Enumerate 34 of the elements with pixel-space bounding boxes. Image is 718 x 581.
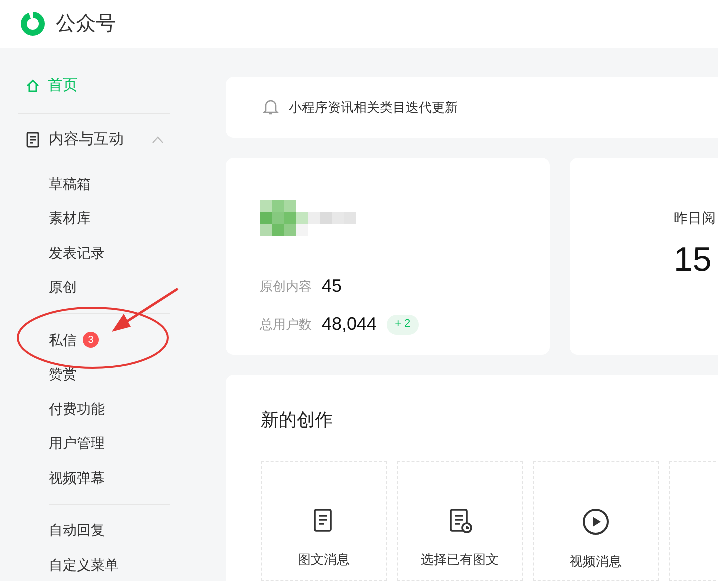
stat-value: 45 (322, 275, 342, 298)
bell-icon (263, 98, 279, 116)
sidebar-item[interactable]: 私信 (49, 330, 77, 351)
home-icon (26, 79, 40, 93)
delta-badge: + 2 (387, 314, 419, 335)
stat-label: 总用户数 (260, 316, 313, 334)
creation-tile[interactable]: 选择已有图文 (397, 461, 523, 581)
sidebar-item[interactable]: 用户管理 (49, 433, 105, 454)
sidebar-group-header[interactable]: 内容与互动 (18, 123, 170, 157)
play-icon (582, 508, 610, 536)
creation-tile[interactable]: 视频消息 (533, 461, 659, 581)
section-title: 新的创作 (261, 409, 334, 431)
chevron-up-icon (152, 136, 164, 144)
sidebar-item[interactable]: 视频弹幕 (49, 468, 105, 489)
document-icon (26, 132, 40, 148)
sidebar-item[interactable]: 自动回复 (49, 520, 105, 542)
stat-label: 原创内容 (260, 278, 313, 296)
creation-tile[interactable]: 图文消息 (261, 461, 387, 581)
document-clock-icon (448, 508, 472, 534)
stat-value: 15 (674, 240, 713, 281)
stat-label: 昨日阅 (674, 208, 717, 228)
sidebar-item[interactable]: 素材库 (49, 208, 91, 230)
sidebar-item[interactable]: 赞赏 (49, 364, 77, 386)
sidebar-item[interactable]: 自定义菜单 (49, 554, 119, 576)
unread-badge: 3 (83, 332, 99, 348)
arrow-annotation (112, 288, 179, 332)
stat-value: 48,044 (322, 313, 378, 336)
sidebar-item[interactable]: 草稿箱 (49, 174, 91, 195)
notice-text: 小程序资讯相关类目迭代更新 (289, 98, 458, 117)
app-title: 公众号 (56, 12, 116, 37)
sidebar-item[interactable]: 付费功能 (49, 398, 105, 420)
sidebar-item[interactable]: 原创 (49, 277, 77, 298)
logo-icon (18, 9, 48, 39)
sidebar-item[interactable]: 发表记录 (49, 242, 105, 264)
